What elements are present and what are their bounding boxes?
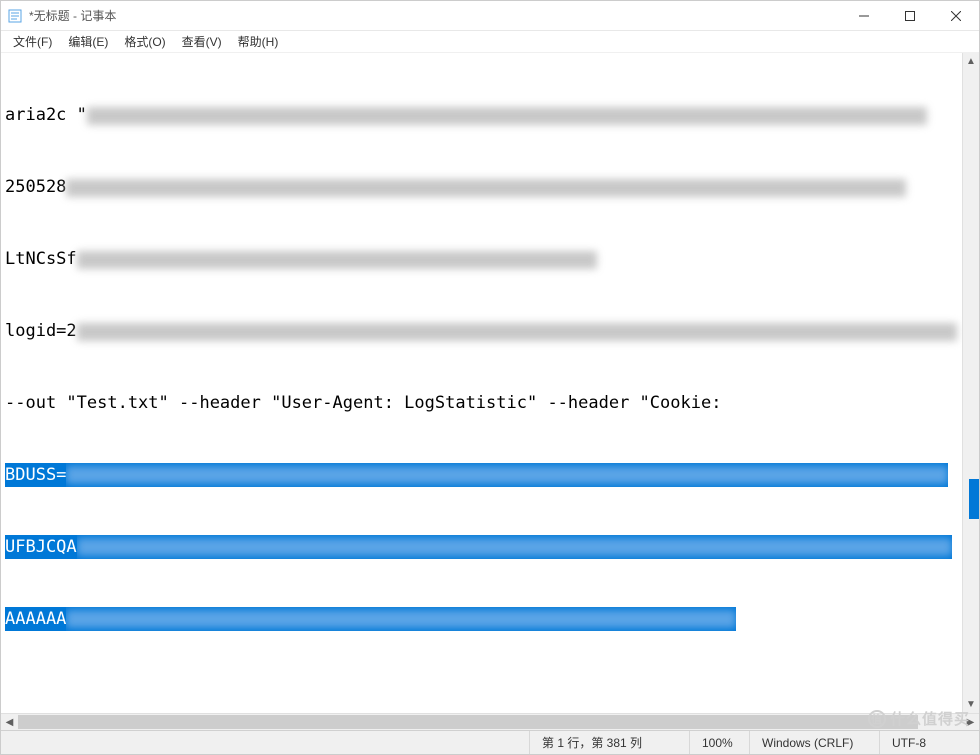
text-fragment: --out "Test.txt" --header "User-Agent: L…	[5, 391, 721, 415]
text-line-selected: AAAAAA	[5, 607, 975, 631]
text-fragment-selected: AAAAAA	[5, 607, 66, 631]
redacted-text	[66, 179, 906, 197]
redacted-text-selected	[66, 463, 948, 487]
text-editor[interactable]: aria2c " 250528 LtNCsSf logid=2 --out "T…	[1, 53, 979, 681]
menu-edit[interactable]: 编辑(E)	[60, 31, 116, 52]
text-line: aria2c "	[5, 103, 975, 127]
minimize-icon	[859, 11, 869, 21]
maximize-icon	[905, 11, 915, 21]
status-bar: 第 1 行，第 381 列 100% Windows (CRLF) UTF-8	[1, 730, 979, 754]
text-line: LtNCsSf	[5, 247, 975, 271]
close-icon	[951, 11, 961, 21]
scroll-right-icon[interactable]: ▶	[962, 714, 979, 730]
title-bar[interactable]: *无标题 - 记事本	[1, 1, 979, 31]
text-fragment: 250528	[5, 175, 66, 199]
menu-help[interactable]: 帮助(H)	[230, 31, 287, 52]
redacted-text	[77, 323, 957, 341]
text-line-selected: UFBJCQA	[5, 535, 975, 559]
text-fragment: aria2c "	[5, 103, 87, 127]
text-line: --out "Test.txt" --header "User-Agent: L…	[5, 391, 975, 415]
redacted-text	[87, 107, 927, 125]
app-icon	[7, 8, 23, 24]
text-line: logid=2	[5, 319, 975, 343]
notepad-window: *无标题 - 记事本 文件(F) 编辑(E) 格式(O) 查看(V) 帮助(H)…	[0, 0, 980, 755]
horizontal-scroll-thumb[interactable]	[18, 715, 918, 729]
redacted-text	[77, 251, 597, 269]
scroll-highlight-indicator	[969, 479, 979, 519]
redacted-text-selected	[66, 607, 736, 631]
window-title: *无标题 - 记事本	[29, 7, 841, 24]
window-controls	[841, 1, 979, 30]
content-area: aria2c " 250528 LtNCsSf logid=2 --out "T…	[1, 53, 979, 713]
redacted-text-selected	[77, 535, 952, 559]
status-cursor-position: 第 1 行，第 381 列	[529, 731, 689, 754]
text-line-selected: BDUSS=	[5, 463, 975, 487]
scroll-down-icon[interactable]: ▼	[963, 696, 979, 713]
scroll-left-icon[interactable]: ◀	[1, 714, 18, 730]
horizontal-scrollbar[interactable]: ◀ ▶	[1, 713, 979, 730]
menu-bar: 文件(F) 编辑(E) 格式(O) 查看(V) 帮助(H)	[1, 31, 979, 53]
menu-format[interactable]: 格式(O)	[116, 31, 173, 52]
vertical-scrollbar[interactable]: ▲ ▼	[962, 53, 979, 713]
minimize-button[interactable]	[841, 1, 887, 30]
text-fragment-selected: UFBJCQA	[5, 535, 77, 559]
text-fragment: LtNCsSf	[5, 247, 77, 271]
maximize-button[interactable]	[887, 1, 933, 30]
status-line-ending: Windows (CRLF)	[749, 731, 879, 754]
close-button[interactable]	[933, 1, 979, 30]
status-zoom: 100%	[689, 731, 749, 754]
menu-file[interactable]: 文件(F)	[5, 31, 60, 52]
status-encoding: UTF-8	[879, 731, 979, 754]
text-line: 250528	[5, 175, 975, 199]
menu-view[interactable]: 查看(V)	[174, 31, 230, 52]
scroll-up-icon[interactable]: ▲	[963, 53, 979, 70]
text-fragment-selected: BDUSS=	[5, 463, 66, 487]
text-fragment: logid=2	[5, 319, 77, 343]
status-spacer	[1, 731, 529, 754]
